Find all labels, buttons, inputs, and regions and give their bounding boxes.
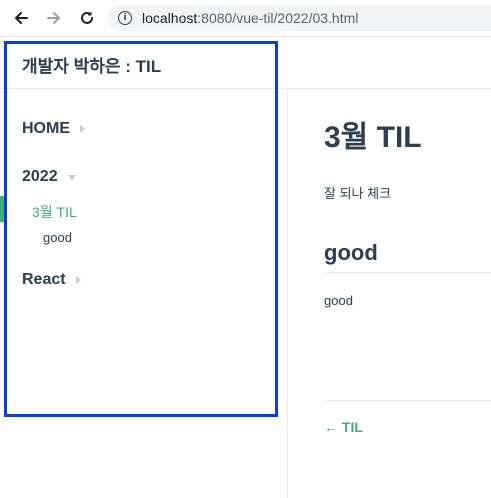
sidebar-group-label: 2022 (22, 168, 58, 185)
page-nav-divider (324, 400, 491, 401)
caret-right-icon (80, 125, 85, 133)
url-text[interactable]: localhost:8080/vue-til/2022/03.html (142, 10, 358, 26)
section-heading: good (324, 240, 491, 273)
url-host: localhost (142, 10, 198, 26)
browser-toolbar: i localhost:8080/vue-til/2022/03.html (0, 0, 491, 37)
prev-page-link[interactable]: ← TIL (324, 419, 363, 435)
sidebar-group-home[interactable]: HOME (22, 120, 85, 138)
back-button[interactable] (10, 7, 32, 29)
sidebar-link-march-til[interactable]: 3월 TIL (32, 202, 77, 222)
site-navbar: 개발자 박하은 : TIL (0, 37, 491, 89)
intro-paragraph: 잘 되나 체크 (324, 186, 392, 201)
info-icon[interactable]: i (118, 11, 132, 25)
page-title: 3월 TIL (324, 121, 422, 154)
caret-down-icon (67, 174, 76, 180)
prev-arrow: ← (324, 419, 338, 435)
prev-page-label: TIL (341, 419, 363, 435)
arrow-right-icon (47, 12, 60, 24)
sidebar-group-react[interactable]: React (22, 271, 81, 289)
address-bar[interactable]: i localhost:8080/vue-til/2022/03.html (108, 5, 491, 31)
forward-button[interactable] (43, 7, 65, 29)
caret-right-icon (75, 276, 81, 284)
active-link-indicator (0, 196, 4, 222)
site-title-link[interactable]: 개발자 박하은 : TIL (22, 52, 161, 77)
reload-button[interactable] (76, 7, 98, 29)
sidebar-group-label: HOME (22, 120, 70, 137)
sidebar-group-label: React (22, 271, 66, 288)
sidebar-sublink-good[interactable]: good (43, 230, 72, 245)
arrow-left-icon (15, 12, 28, 24)
section-paragraph: good (324, 293, 353, 308)
sidebar: HOME 2022 3월 TIL good React (0, 89, 288, 498)
sidebar-group-2022[interactable]: 2022 (22, 168, 76, 186)
reload-icon (81, 11, 93, 24)
url-path: :8080/vue-til/2022/03.html (197, 10, 359, 26)
